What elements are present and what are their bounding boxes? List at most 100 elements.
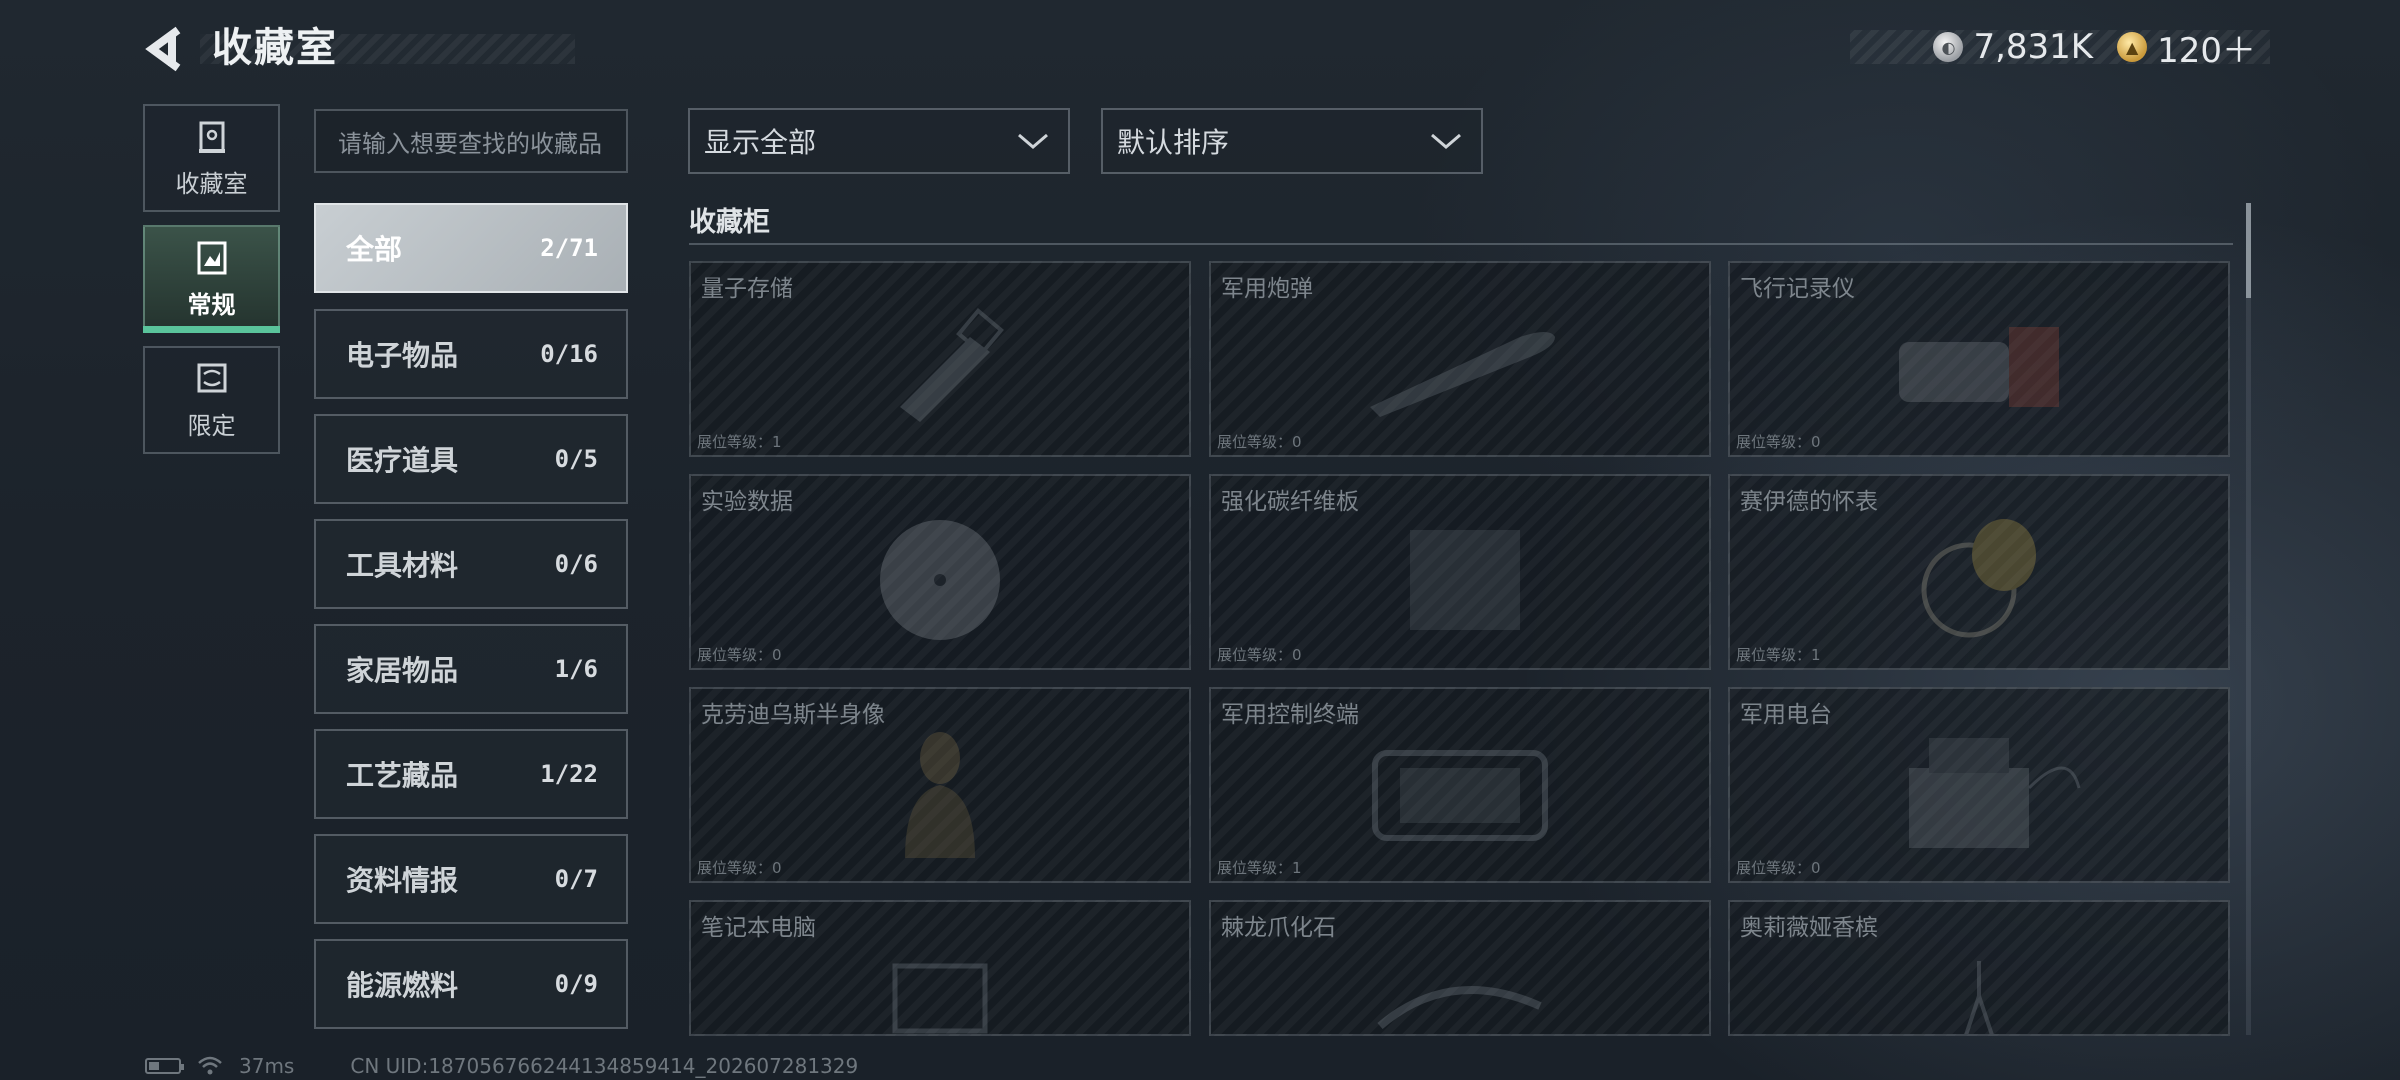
search-input[interactable]: 请输入想要查找的收藏品 <box>314 109 628 173</box>
level-label: 展位等级： <box>697 859 773 877</box>
silver-currency-value: 7,831K <box>1973 27 2094 67</box>
currency-bar: ◐ 7,831K ▲ 120＋ <box>1850 27 2270 71</box>
gold-coin-icon: ▲ <box>2117 32 2148 62</box>
category-crafts[interactable]: 工艺藏品 1/22 <box>314 729 628 819</box>
uid-text: CN UID:187056766244134859414_20260728132… <box>350 1054 859 1078</box>
wifi-icon <box>198 1056 222 1075</box>
sort-dropdown[interactable]: 默认排序 <box>1101 108 1483 174</box>
nav-label: 常规 <box>187 290 236 319</box>
level-label: 展位等级： <box>1217 859 1293 877</box>
sort-value: 默认排序 <box>1117 126 1230 159</box>
category-count: 1/22 <box>540 760 598 788</box>
back-button[interactable] <box>140 24 188 74</box>
battery-icon <box>145 1058 184 1074</box>
collection-card-spinosaurus-claw[interactable]: 棘龙爪化石 <box>1209 900 1711 1036</box>
level-label: 展位等级： <box>697 433 773 451</box>
collection-card-quantum-storage[interactable]: 量子存储 展位等级：1 <box>689 261 1191 457</box>
category-count: 0/7 <box>554 865 598 893</box>
category-medical[interactable]: 医疗道具 0/5 <box>314 414 628 504</box>
category-count: 0/5 <box>554 445 598 473</box>
gold-currency-value[interactable]: 120＋ <box>2157 23 2256 72</box>
category-electronics[interactable]: 电子物品 0/16 <box>314 309 628 399</box>
category-label: 能源燃料 <box>346 969 459 1002</box>
nav-label: 收藏室 <box>175 169 248 198</box>
level-label: 展位等级： <box>1736 433 1812 451</box>
item-name: 笔记本电脑 <box>701 915 816 941</box>
carbon-plate-icon <box>1410 529 1520 630</box>
flight-recorder-icon <box>1899 326 2059 407</box>
disc-icon <box>880 519 1000 640</box>
item-name: 军用炮弹 <box>1221 276 1313 302</box>
item-name: 量子存储 <box>701 276 793 302</box>
limited-icon <box>195 360 229 398</box>
level-value: 1 <box>1811 646 1821 664</box>
pocket-watch-icon <box>1921 518 2036 638</box>
level-value: 0 <box>772 646 782 664</box>
collection-card-military-shell[interactable]: 军用炮弹 展位等级：0 <box>1209 261 1711 457</box>
category-intel[interactable]: 资料情报 0/7 <box>314 834 628 924</box>
collection-card-laptop[interactable]: 笔记本电脑 <box>689 900 1191 1036</box>
level-label: 展位等级： <box>1736 859 1812 877</box>
display-filter-dropdown[interactable]: 显示全部 <box>688 108 1070 174</box>
category-count: 0/6 <box>554 550 598 578</box>
category-label: 医疗道具 <box>346 444 459 477</box>
champagne-icon <box>1964 961 1994 1034</box>
level-value: 0 <box>1292 433 1302 451</box>
item-name: 棘龙爪化石 <box>1221 915 1336 941</box>
item-name: 军用电台 <box>1740 702 1832 728</box>
collection-room-icon <box>195 118 229 156</box>
collection-card-military-radio[interactable]: 军用电台 展位等级：0 <box>1728 687 2230 883</box>
level-label: 展位等级： <box>1736 646 1812 664</box>
item-name: 奥莉薇娅香槟 <box>1740 915 1878 941</box>
nav-label: 限定 <box>187 411 236 440</box>
category-label: 工具材料 <box>346 549 459 582</box>
collection-card-olivia-champagne[interactable]: 奥莉薇娅香槟 <box>1728 900 2230 1036</box>
item-name: 克劳迪乌斯半身像 <box>701 702 885 728</box>
collection-card-pocket-watch[interactable]: 赛伊德的怀表 展位等级：1 <box>1728 474 2230 670</box>
level-value: 0 <box>1811 433 1821 451</box>
category-label: 资料情报 <box>346 864 459 897</box>
collection-card-carbon-plate[interactable]: 强化碳纤维板 展位等级：0 <box>1209 474 1711 670</box>
category-label: 电子物品 <box>346 339 459 372</box>
item-name: 实验数据 <box>701 489 793 515</box>
level-value: 0 <box>1811 859 1821 877</box>
scrollbar-thumb[interactable] <box>2246 203 2251 298</box>
level-label: 展位等级： <box>1217 646 1293 664</box>
ping-value: 37ms <box>239 1054 295 1078</box>
level-label: 展位等级： <box>1217 433 1293 451</box>
fossil-icon <box>1377 986 1542 1030</box>
category-tools[interactable]: 工具材料 0/6 <box>314 519 628 609</box>
usb-drive-icon <box>900 307 1004 422</box>
category-count: 1/6 <box>554 655 598 683</box>
nav-collection-room[interactable]: 收藏室 <box>143 104 280 212</box>
nav-regular[interactable]: 常规 <box>143 225 280 333</box>
category-all[interactable]: 全部 2/71 <box>314 203 628 293</box>
level-value: 0 <box>1292 646 1302 664</box>
level-value: 1 <box>772 433 782 451</box>
collection-card-control-terminal[interactable]: 军用控制终端 展位等级：1 <box>1209 687 1711 883</box>
item-name: 飞行记录仪 <box>1740 276 1855 302</box>
collection-card-experiment-data[interactable]: 实验数据 展位等级：0 <box>689 474 1191 670</box>
level-label: 展位等级： <box>697 646 773 664</box>
level-value: 1 <box>1292 859 1302 877</box>
scrollbar-track[interactable] <box>2246 203 2251 1035</box>
category-label: 全部 <box>346 233 403 266</box>
level-value: 0 <box>772 859 782 877</box>
radio-icon <box>1909 737 2081 848</box>
item-name: 军用控制终端 <box>1221 702 1359 728</box>
control-terminal-icon <box>1372 749 1548 841</box>
page-title: 收藏室 <box>212 25 338 71</box>
bust-icon <box>905 731 975 858</box>
regular-icon <box>195 239 229 277</box>
silver-coin-icon: ◐ <box>1933 32 1964 62</box>
shell-icon <box>1370 331 1555 417</box>
category-fuel[interactable]: 能源燃料 0/9 <box>314 939 628 1029</box>
laptop-icon <box>892 963 988 1034</box>
category-count: 0/9 <box>554 970 598 998</box>
collection-card-claudius-bust[interactable]: 克劳迪乌斯半身像 展位等级：0 <box>689 687 1191 883</box>
category-household[interactable]: 家居物品 1/6 <box>314 624 628 714</box>
chevron-down-icon <box>1431 133 1461 149</box>
nav-limited[interactable]: 限定 <box>143 346 280 454</box>
category-label: 工艺藏品 <box>346 759 459 792</box>
collection-card-flight-recorder[interactable]: 飞行记录仪 展位等级：0 <box>1728 261 2230 457</box>
